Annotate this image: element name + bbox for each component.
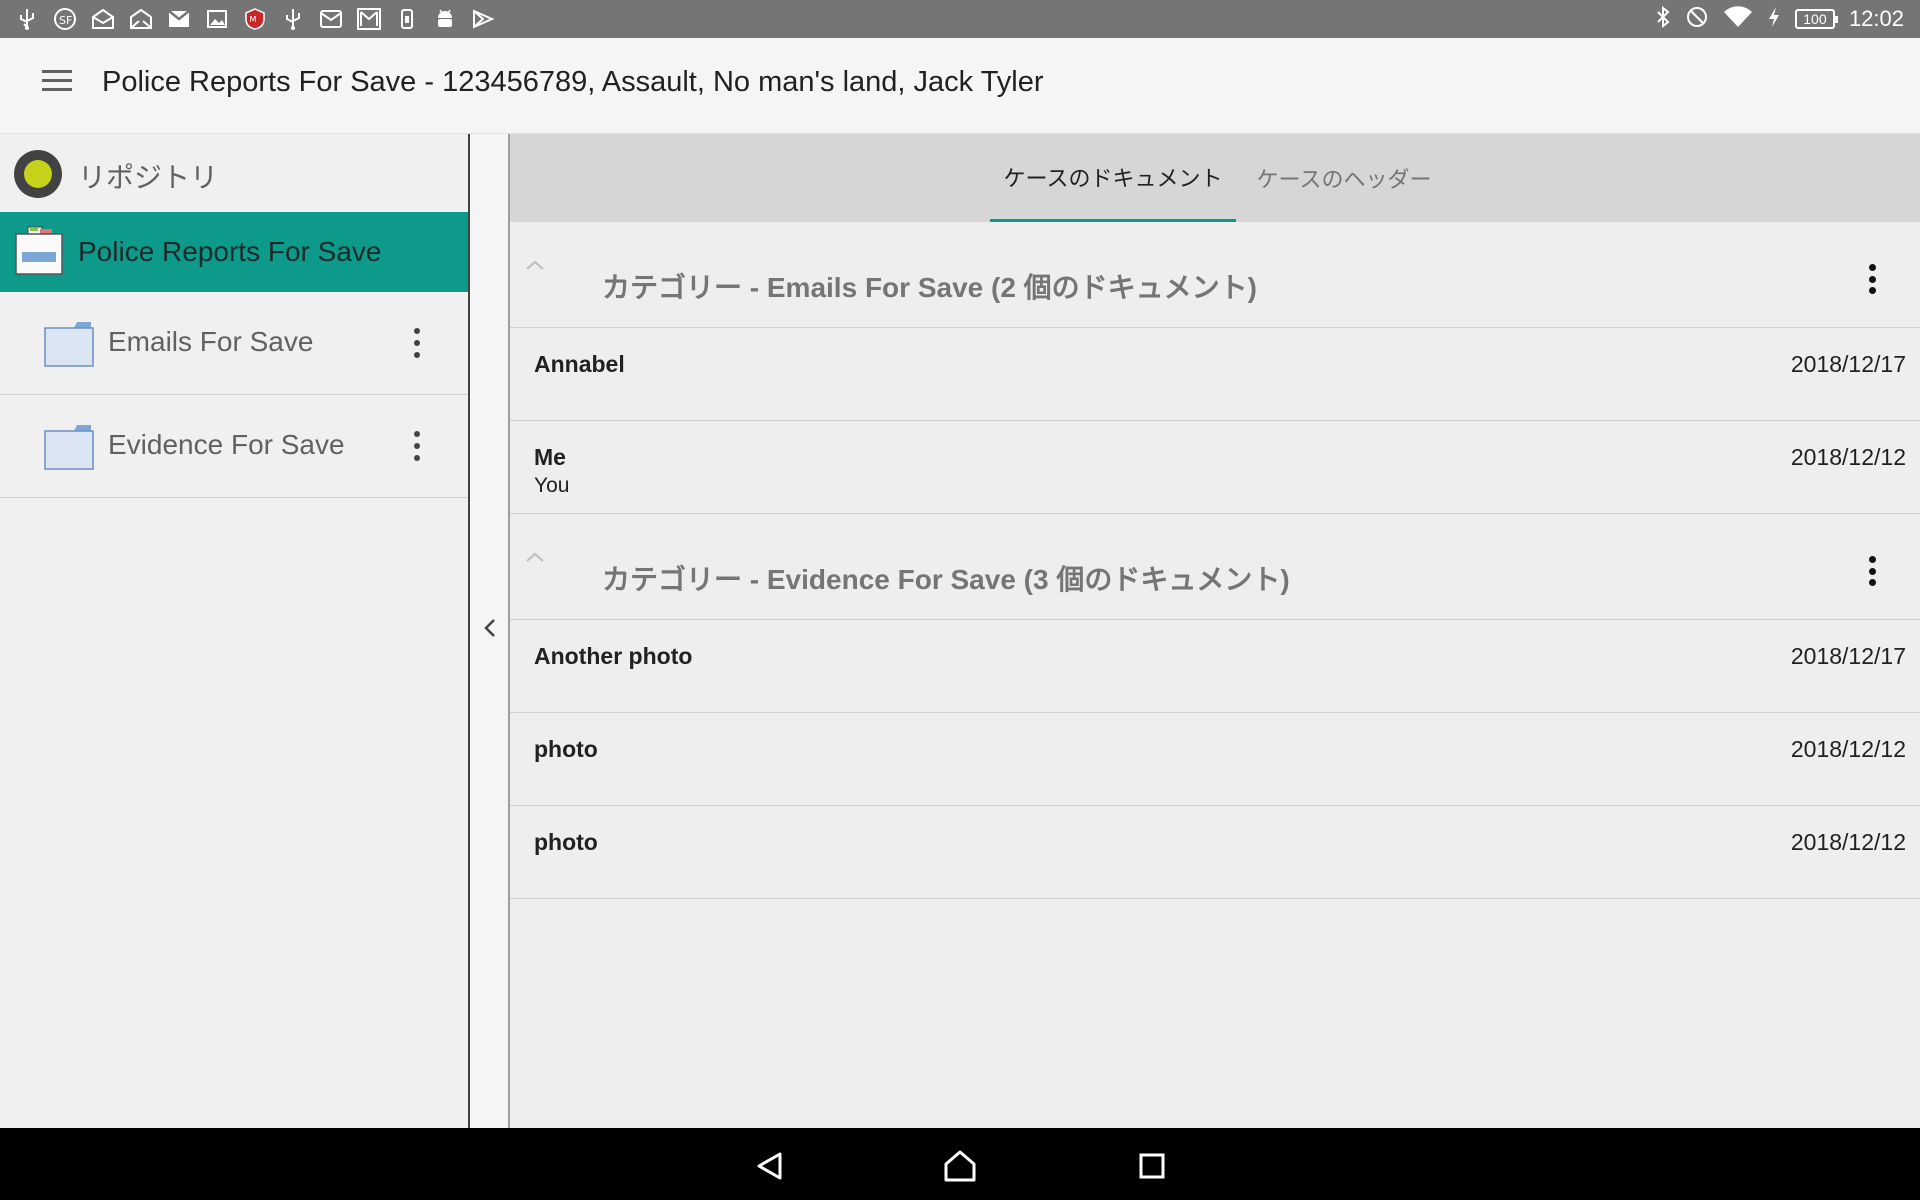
repository-label: リポジトリ	[78, 162, 219, 193]
repository-item[interactable]: リポジトリ	[0, 134, 468, 212]
status-bar: SF M 100 12:02	[0, 0, 1920, 38]
main-content: ケースのドキュメント ケースのヘッダー カテゴリー - Emails For S…	[510, 134, 1920, 1128]
sidebar-item-case[interactable]: Police Reports For Save	[0, 212, 468, 292]
document-name: Another photo	[534, 643, 693, 669]
gmail-icon	[356, 6, 382, 32]
document-row[interactable]: Another photo 2018/12/17	[510, 620, 1920, 713]
document-date: 2018/12/17	[1790, 351, 1906, 377]
more-options-icon[interactable]	[1860, 554, 1884, 588]
hamburger-menu-icon[interactable]	[42, 70, 76, 102]
chevron-left-icon[interactable]	[476, 614, 504, 642]
category-header[interactable]: カテゴリー - Emails For Save (2 個のドキュメント)	[510, 222, 1920, 328]
charging-icon	[1767, 6, 1781, 33]
tab-bar: ケースのドキュメント ケースのヘッダー	[510, 134, 1920, 222]
document-name: Annabel	[534, 351, 625, 377]
document-row[interactable]: photo 2018/12/12	[510, 806, 1920, 899]
notification-icons: SF M	[14, 6, 496, 32]
category-title: カテゴリー - Emails For Save (2 個のドキュメント)	[602, 272, 1257, 303]
usb-icon	[280, 6, 306, 32]
battery-indicator: 100	[1794, 9, 1838, 29]
document-date: 2018/12/12	[1790, 444, 1906, 470]
document-date: 2018/12/12	[1790, 829, 1906, 855]
sidebar: リポジトリ Police Reports For Save Emails For…	[0, 134, 470, 1128]
folder-icon	[44, 320, 94, 368]
app-bar: Police Reports For Save - 123456789, Ass…	[0, 38, 1920, 134]
navigation-bar	[0, 1128, 1920, 1200]
sidebar-item-emails-for-save[interactable]: Emails For Save	[0, 292, 468, 395]
play-icon	[470, 6, 496, 32]
svg-text:M: M	[250, 15, 257, 24]
system-status: 100 12:02	[1655, 0, 1904, 38]
document-row[interactable]: Me You 2018/12/12	[510, 421, 1920, 514]
chevron-up-icon[interactable]	[524, 258, 546, 272]
case-folder-icon	[14, 226, 64, 276]
usb-icon	[14, 6, 40, 32]
repository-status-icon	[14, 150, 62, 198]
document-row[interactable]: photo 2018/12/12	[510, 713, 1920, 806]
sidebar-item-label: Evidence For Save	[108, 429, 345, 460]
category-title: カテゴリー - Evidence For Save (3 個のドキュメント)	[602, 564, 1290, 595]
document-name: photo	[534, 829, 598, 855]
more-options-icon[interactable]	[405, 326, 429, 360]
back-icon[interactable]	[750, 1146, 790, 1186]
collapse-strip	[470, 134, 510, 1128]
phone-icon	[394, 6, 420, 32]
wifi-icon	[1723, 5, 1753, 34]
mail-icon	[318, 6, 344, 32]
do-not-disturb-icon	[1685, 5, 1709, 34]
bluetooth-icon	[1655, 5, 1671, 34]
recents-icon[interactable]	[1132, 1146, 1172, 1186]
document-date: 2018/12/12	[1790, 736, 1906, 762]
home-icon[interactable]	[940, 1146, 980, 1186]
document-subtitle: You	[534, 474, 570, 497]
tab-case-documents[interactable]: ケースのドキュメント	[990, 134, 1236, 222]
page-title: Police Reports For Save - 123456789, Ass…	[102, 66, 1044, 98]
image-icon	[204, 6, 230, 32]
mail-open-icon	[90, 6, 116, 32]
sidebar-item-evidence-for-save[interactable]: Evidence For Save	[0, 395, 468, 498]
chevron-up-icon[interactable]	[524, 550, 546, 564]
mail-open-icon	[128, 6, 154, 32]
svg-text:SF: SF	[59, 14, 72, 27]
category-header[interactable]: カテゴリー - Evidence For Save (3 個のドキュメント)	[510, 514, 1920, 620]
clock: 12:02	[1848, 6, 1904, 31]
document-name: photo	[534, 736, 598, 762]
gmail-icon	[166, 6, 192, 32]
document-date: 2018/12/17	[1790, 643, 1906, 669]
tab-case-header[interactable]: ケースのヘッダー	[1246, 134, 1442, 222]
document-row[interactable]: Annabel 2018/12/17	[510, 328, 1920, 421]
more-options-icon[interactable]	[1860, 262, 1884, 296]
document-name: Me	[534, 444, 566, 470]
sf-icon: SF	[52, 6, 78, 32]
sidebar-item-label: Police Reports For Save	[78, 236, 382, 267]
document-list: カテゴリー - Emails For Save (2 個のドキュメント) Ann…	[510, 222, 1920, 899]
mcafee-icon: M	[242, 6, 268, 32]
folder-icon	[44, 423, 94, 471]
more-options-icon[interactable]	[405, 429, 429, 463]
sidebar-item-label: Emails For Save	[108, 326, 314, 357]
android-icon	[432, 6, 458, 32]
